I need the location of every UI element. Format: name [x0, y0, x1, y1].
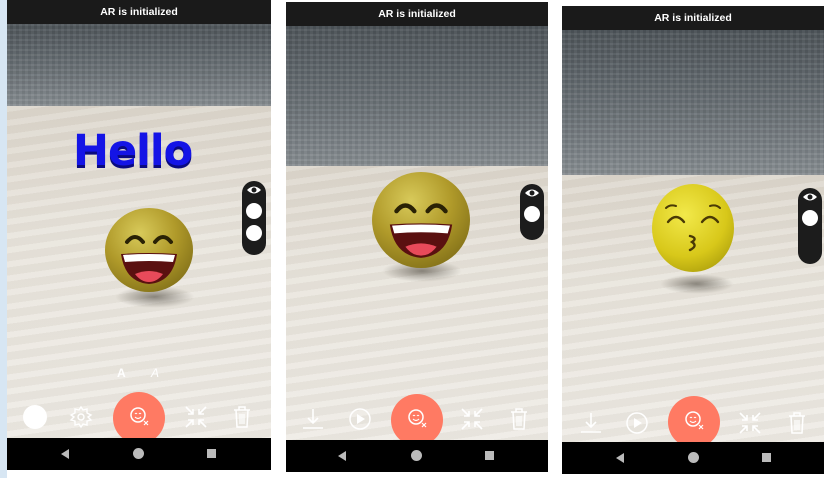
- emoji-remove-icon: [685, 411, 704, 430]
- phone-screen-3: AR is initialized: [562, 6, 824, 474]
- recent-apps-icon[interactable]: [762, 453, 771, 462]
- layer-toggle-2[interactable]: [246, 225, 262, 241]
- emoji-remove-icon: [130, 407, 149, 426]
- android-nav-bar: [286, 440, 548, 472]
- visibility-panel: [798, 188, 822, 264]
- play-icon[interactable]: [624, 410, 650, 436]
- visibility-panel: [242, 181, 266, 255]
- home-icon[interactable]: [411, 450, 422, 461]
- visibility-panel: [520, 184, 544, 240]
- font-bold-option[interactable]: A: [117, 366, 126, 380]
- recent-apps-icon[interactable]: [485, 451, 494, 460]
- kissing-face-icon: [665, 204, 721, 252]
- shrink-icon[interactable]: [737, 410, 763, 436]
- trash-icon[interactable]: [506, 406, 532, 432]
- layer-toggle-1[interactable]: [524, 206, 540, 222]
- status-bar: AR is initialized: [7, 0, 271, 24]
- ar-hello-text[interactable]: Hello: [73, 126, 193, 176]
- shrink-icon[interactable]: [183, 404, 209, 430]
- wall-background: [286, 26, 548, 166]
- eye-icon[interactable]: [802, 191, 818, 203]
- layer-toggle-1[interactable]: [246, 203, 262, 219]
- phone-screen-2: AR is initialized: [286, 2, 548, 472]
- grinning-face-icon: [121, 235, 177, 284]
- recent-apps-icon[interactable]: [207, 449, 216, 458]
- emoji-record-button[interactable]: [668, 396, 720, 442]
- shrink-icon[interactable]: [459, 406, 485, 432]
- eye-icon[interactable]: [246, 184, 262, 196]
- status-bar: AR is initialized: [562, 6, 824, 30]
- wall-background: [7, 24, 271, 106]
- phone-screen-1: AR is initialized Hello A A: [7, 0, 271, 470]
- back-icon[interactable]: [616, 453, 624, 463]
- trash-icon[interactable]: [784, 410, 810, 436]
- layer-toggle-1[interactable]: [802, 210, 818, 226]
- status-bar: AR is initialized: [286, 2, 548, 26]
- android-nav-bar: [7, 438, 271, 470]
- ar-camera-view[interactable]: Hello A A: [7, 24, 271, 438]
- play-icon[interactable]: [347, 406, 373, 432]
- emoji-remove-icon: [408, 409, 427, 428]
- eye-icon[interactable]: [524, 187, 540, 199]
- ar-camera-view[interactable]: [562, 30, 824, 442]
- grinning-emoji[interactable]: [105, 208, 193, 292]
- home-icon[interactable]: [133, 448, 144, 459]
- trash-icon[interactable]: [229, 404, 255, 430]
- ar-camera-view[interactable]: [286, 26, 548, 440]
- android-nav-bar: [562, 442, 824, 474]
- color-picker-button[interactable]: [23, 405, 47, 429]
- back-icon[interactable]: [61, 449, 69, 459]
- emoji-record-button[interactable]: [391, 394, 443, 440]
- emoji-shadow: [660, 274, 734, 294]
- back-icon[interactable]: [338, 451, 346, 461]
- grinning-face-icon: [389, 203, 453, 258]
- wall-background: [562, 30, 824, 175]
- settings-icon[interactable]: [68, 404, 94, 430]
- download-icon[interactable]: [300, 406, 326, 432]
- download-icon[interactable]: [578, 410, 604, 436]
- home-icon[interactable]: [688, 452, 699, 463]
- emoji-record-button[interactable]: [113, 392, 165, 438]
- left-edge-strip: [0, 0, 7, 478]
- font-italic-option[interactable]: A: [151, 366, 159, 380]
- kissing-emoji[interactable]: [652, 184, 734, 272]
- grinning-emoji[interactable]: [372, 172, 470, 268]
